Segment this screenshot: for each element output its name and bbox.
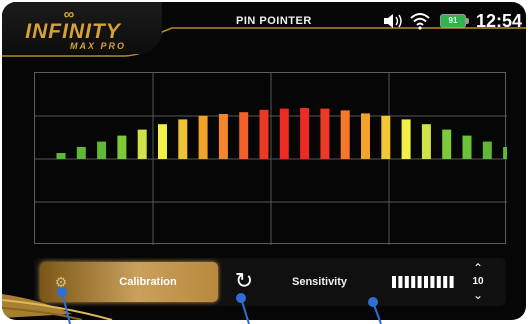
signal-bar — [340, 110, 350, 159]
signal-bar — [442, 129, 452, 159]
gear-icon: ⚙ — [54, 274, 68, 290]
battery-terminal — [466, 18, 469, 24]
sensitivity-meter — [392, 276, 454, 288]
clock: 12:54 — [476, 11, 523, 31]
refresh-icon: ↻ — [234, 268, 254, 293]
signal-bar — [381, 115, 391, 159]
signal-bar — [198, 115, 208, 159]
sensitivity-segment — [424, 276, 428, 288]
calibration-button[interactable]: ⚙ Calibration — [40, 262, 218, 302]
mode-title: PIN POINTER — [236, 15, 312, 27]
sensitivity-segment — [449, 276, 454, 288]
sensitivity-segment — [392, 276, 396, 288]
signal-graph — [34, 72, 507, 245]
sensitivity-segment — [404, 276, 409, 288]
sensitivity-value: 10 — [472, 276, 484, 287]
signal-bar — [158, 124, 167, 159]
logo-subtitle: MAX PRO — [69, 41, 126, 51]
signal-bar — [320, 108, 330, 159]
signal-bar — [97, 141, 107, 159]
calibration-label: Calibration — [119, 276, 177, 288]
signal-bar — [56, 153, 66, 159]
signal-bar — [503, 147, 507, 159]
battery-icon: 91 — [440, 14, 466, 28]
refresh-button[interactable]: ↻ — [232, 268, 256, 294]
sensitivity-label: Sensitivity — [292, 276, 348, 288]
signal-bar — [76, 147, 86, 159]
signal-bar — [300, 108, 310, 159]
signal-bar — [279, 108, 289, 159]
signal-bars — [35, 73, 507, 245]
sensitivity-segment — [417, 276, 422, 288]
signal-bar — [401, 119, 411, 159]
signal-bar — [117, 135, 127, 159]
logo-badge: ∞ INFINITY MAX PRO — [2, 2, 162, 54]
signal-bar — [178, 119, 188, 159]
volume-icon[interactable] — [382, 13, 404, 29]
status-header: ∞ INFINITY MAX PRO PIN POINTER 91 12:54 — [2, 2, 526, 54]
sensitivity-segment — [436, 276, 441, 288]
control-bar: ⚙ Calibration ↻ Sensitivity ⌃ 10 ⌄ — [34, 258, 506, 306]
signal-bar — [137, 129, 147, 159]
logo-title: INFINITY — [25, 20, 121, 43]
signal-bar — [482, 141, 492, 159]
chevron-down-icon[interactable]: ⌄ — [468, 289, 488, 301]
sensitivity-segment — [443, 276, 448, 288]
wifi-icon[interactable] — [410, 12, 430, 30]
sensitivity-segment — [411, 276, 416, 288]
signal-bar — [218, 114, 228, 159]
device-screen: ∞ INFINITY MAX PRO PIN POINTER 91 12:54 … — [2, 2, 526, 320]
sensitivity-stepper[interactable]: ⌃ 10 ⌄ — [468, 260, 488, 304]
signal-bar — [421, 124, 431, 159]
chevron-up-icon[interactable]: ⌃ — [468, 262, 488, 274]
signal-bar — [462, 135, 472, 159]
signal-bar — [239, 112, 249, 159]
signal-bar — [361, 113, 370, 159]
sensitivity-segment — [430, 276, 435, 288]
signal-bar — [259, 109, 269, 159]
sensitivity-segment — [398, 276, 403, 288]
